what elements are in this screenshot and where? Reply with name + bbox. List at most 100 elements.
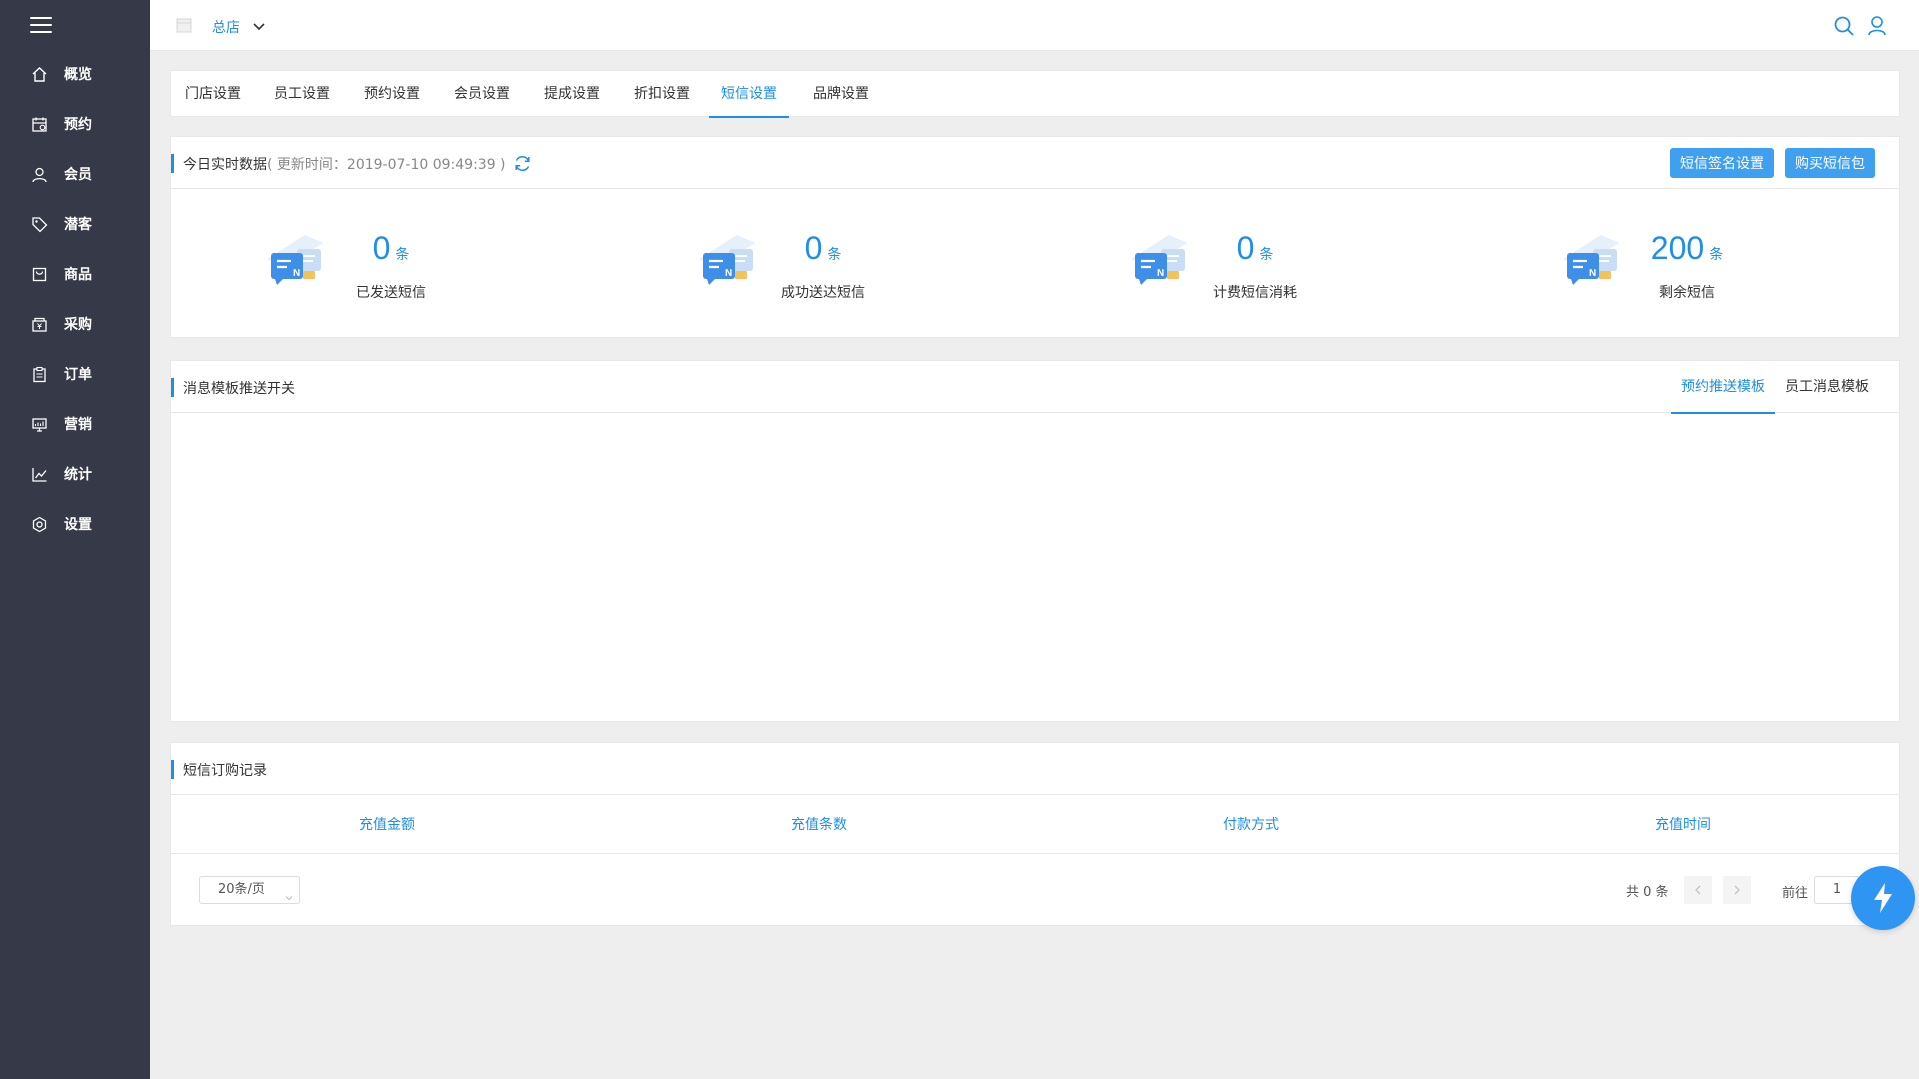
tab-store-settings[interactable]: 门店设置 xyxy=(183,71,243,118)
stat-number: 0 xyxy=(372,230,391,266)
menu-toggle-icon[interactable] xyxy=(30,17,52,33)
sidebar-item-label: 会员 xyxy=(64,167,92,183)
search-icon[interactable] xyxy=(1833,15,1855,37)
stat-number: 0 xyxy=(804,230,823,266)
tab-appointment-settings[interactable]: 预约设置 xyxy=(362,71,422,118)
chevron-down-icon xyxy=(285,886,293,901)
sidebar-item-purchase[interactable]: 采购 xyxy=(0,304,150,344)
svg-text:N: N xyxy=(293,268,300,279)
stat-number: 0 xyxy=(1236,230,1255,266)
stat-card-billed: N 0条 计费短信消耗 xyxy=(1035,189,1467,339)
stat-unit: 条 xyxy=(827,247,842,263)
tab-brand-settings[interactable]: 品牌设置 xyxy=(811,71,871,118)
page-size-select[interactable]: 20条/页 xyxy=(199,876,300,904)
realtime-title-row: 今日实时数据( 更新时间：2019-07-10 09:49:39 ) xyxy=(183,154,506,174)
column-header-payment-method[interactable]: 付款方式 xyxy=(1035,795,1467,855)
stat-unit: 条 xyxy=(395,247,410,263)
sidebar-item-label: 概览 xyxy=(64,67,92,83)
sidebar-item-orders[interactable]: 订单 xyxy=(0,354,150,394)
svg-text:N: N xyxy=(1589,268,1596,279)
stat-unit: 条 xyxy=(1709,247,1724,263)
message-template-panel: 消息模板推送开关 预约推送模板 员工消息模板 xyxy=(170,360,1900,722)
buy-sms-package-button[interactable]: 购买短信包 xyxy=(1785,148,1875,178)
stat-unit: 条 xyxy=(1259,247,1274,263)
chevron-down-icon[interactable] xyxy=(252,20,266,31)
panel-header: 消息模板推送开关 预约推送模板 员工消息模板 xyxy=(171,361,1899,414)
sidebar-item-prospects[interactable]: 潜客 xyxy=(0,204,150,244)
prev-page-button[interactable] xyxy=(1684,876,1712,904)
quick-action-button[interactable] xyxy=(1851,866,1915,930)
stat-value: 0条 xyxy=(331,230,451,267)
stat-number: 200 xyxy=(1650,230,1705,266)
stat-label: 计费短信消耗 xyxy=(1213,285,1297,301)
chart-line-icon xyxy=(29,464,49,484)
purchase-icon xyxy=(29,314,49,334)
lightning-icon xyxy=(1874,883,1892,913)
sidebar-item-label: 营销 xyxy=(64,417,92,433)
sms-message-icon: N xyxy=(1125,229,1195,293)
sidebar-item-settings[interactable]: 设置 xyxy=(0,504,150,544)
section-title: 今日实时数据 xyxy=(183,157,267,173)
column-header-amount[interactable]: 充值金额 xyxy=(171,795,603,855)
page-size-value: 20条/页 xyxy=(218,882,265,897)
top-header: 总店 xyxy=(150,0,1919,51)
sidebar-item-label: 潜客 xyxy=(64,217,92,233)
sms-message-icon: N xyxy=(1557,229,1627,293)
stat-value: 0条 xyxy=(1195,230,1315,267)
section-title: 短信订购记录 xyxy=(183,763,267,779)
sidebar-item-members[interactable]: 会员 xyxy=(0,154,150,194)
section-title: 消息模板推送开关 xyxy=(183,381,295,397)
settings-tabs: 门店设置 员工设置 预约设置 会员设置 提成设置 折扣设置 短信设置 品牌设置 xyxy=(170,70,1900,118)
stat-card-sent: N 0条 已发送短信 xyxy=(171,189,603,339)
total-count: 共 0 条 xyxy=(1626,885,1669,900)
marketing-icon xyxy=(29,414,49,434)
tab-discount-settings[interactable]: 折扣设置 xyxy=(632,71,692,118)
tab-commission-settings[interactable]: 提成设置 xyxy=(542,71,602,118)
store-selector[interactable]: 总店 xyxy=(212,17,240,37)
stat-card-remaining: N 200 条 剩余短信 xyxy=(1467,189,1899,339)
realtime-data-panel: 今日实时数据( 更新时间：2019-07-10 09:49:39 ) 短信签名设… xyxy=(170,136,1900,338)
sidebar-item-statistics[interactable]: 统计 xyxy=(0,454,150,494)
column-header-count[interactable]: 充值条数 xyxy=(603,795,1035,855)
user-icon xyxy=(29,164,49,184)
refresh-icon[interactable] xyxy=(513,154,532,173)
next-page-button[interactable] xyxy=(1723,876,1751,904)
sidebar-item-overview[interactable]: 概览 xyxy=(0,54,150,94)
panel-header: 短信订购记录 xyxy=(171,743,1899,795)
section-marker xyxy=(171,760,174,779)
sms-message-icon: N xyxy=(693,229,763,293)
stat-label: 剩余短信 xyxy=(1659,285,1715,301)
tab-staff-settings[interactable]: 员工设置 xyxy=(272,71,332,118)
panel-header: 今日实时数据( 更新时间：2019-07-10 09:49:39 ) 短信签名设… xyxy=(171,137,1899,189)
sidebar: 概览 预约 会员 潜客 商品 采购 订单 营销 统计 设置 xyxy=(0,0,150,1079)
sidebar-item-products[interactable]: 商品 xyxy=(0,254,150,294)
store-icon xyxy=(176,18,192,33)
stat-value: 200 条 xyxy=(1627,230,1747,267)
column-header-time[interactable]: 充值时间 xyxy=(1467,795,1899,855)
tab-staff-message-template[interactable]: 员工消息模板 xyxy=(1775,361,1879,413)
tag-icon xyxy=(29,214,49,234)
chevron-right-icon xyxy=(1734,885,1740,895)
stat-card-delivered: N 0条 成功送达短信 xyxy=(603,189,1035,339)
sidebar-item-label: 统计 xyxy=(64,467,92,483)
sms-signature-button[interactable]: 短信签名设置 xyxy=(1670,148,1774,178)
tab-sms-settings[interactable]: 短信设置 xyxy=(709,71,789,118)
sidebar-item-appointment[interactable]: 预约 xyxy=(0,104,150,144)
sidebar-item-label: 采购 xyxy=(64,317,92,333)
shopping-bag-icon xyxy=(29,264,49,284)
tab-appointment-push-template[interactable]: 预约推送模板 xyxy=(1671,361,1775,414)
home-icon xyxy=(29,64,49,84)
calendar-icon xyxy=(29,114,49,134)
sms-purchase-records-panel: 短信订购记录 充值金额 充值条数 付款方式 充值时间 20条/页 共 0 条 前… xyxy=(170,742,1900,926)
stat-label: 已发送短信 xyxy=(356,285,426,301)
clipboard-icon xyxy=(29,364,49,384)
chevron-left-icon xyxy=(1695,885,1701,895)
table-divider xyxy=(171,853,1899,854)
sms-message-icon: N xyxy=(261,229,331,293)
stat-label: 成功送达短信 xyxy=(781,285,865,301)
sidebar-item-marketing[interactable]: 营销 xyxy=(0,404,150,444)
tab-member-settings[interactable]: 会员设置 xyxy=(452,71,512,118)
user-profile-icon[interactable] xyxy=(1867,15,1887,36)
gear-icon xyxy=(29,514,49,534)
update-time: ( 更新时间：2019-07-10 09:49:39 ) xyxy=(267,157,506,173)
